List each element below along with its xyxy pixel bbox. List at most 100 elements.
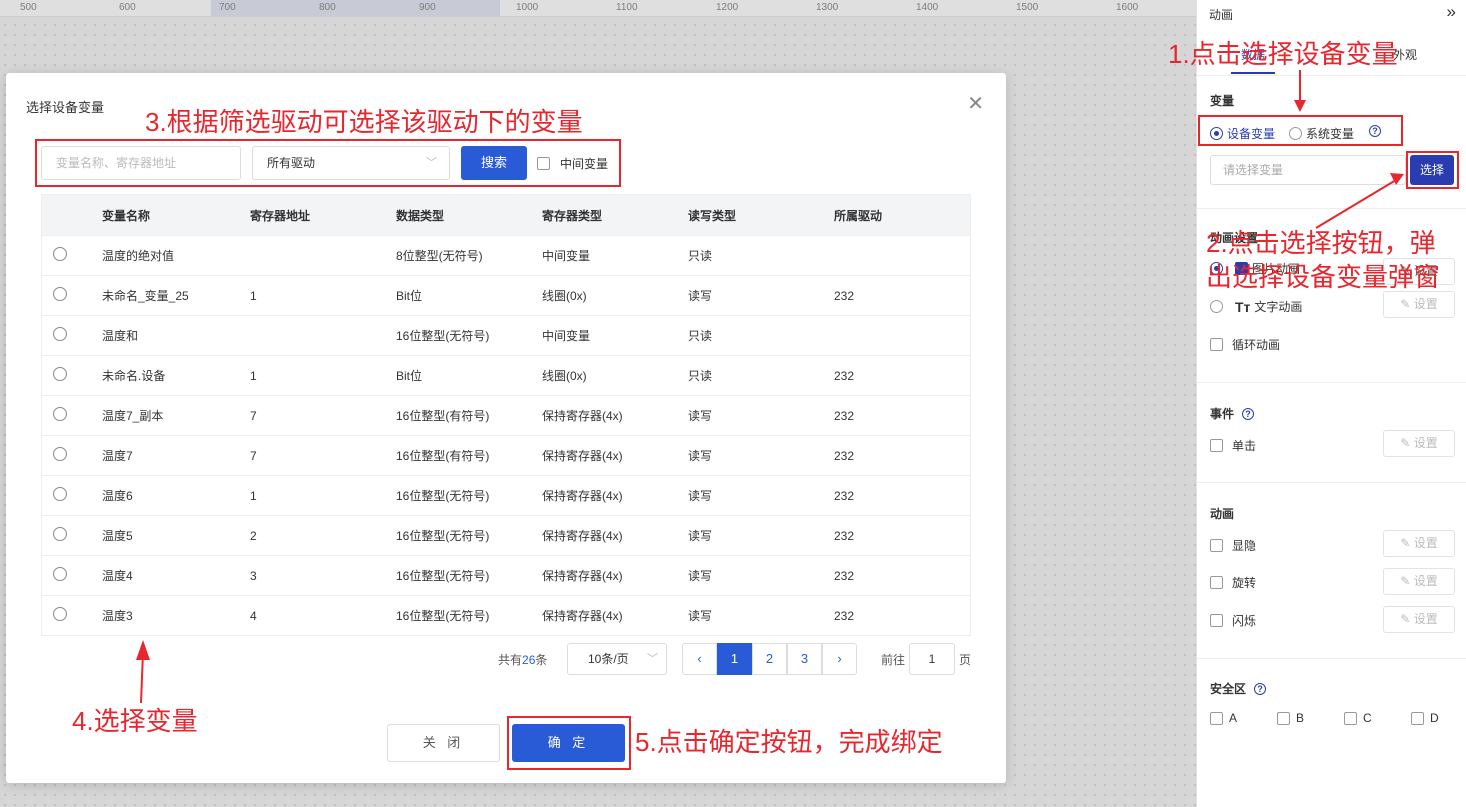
- checkbox-icon: [1210, 338, 1223, 351]
- row-select-cell: [42, 327, 102, 344]
- page-button-1[interactable]: 1: [717, 643, 752, 675]
- row-radio[interactable]: [53, 447, 67, 461]
- variable-section-title: 变量: [1210, 94, 1235, 108]
- goto-page-input[interactable]: 1: [909, 643, 955, 675]
- table-cell: 未命名_变量_25: [102, 289, 189, 303]
- goto-unit: 页: [959, 653, 972, 667]
- panel-title: 动画: [1209, 8, 1234, 22]
- annotation-box-select: [1406, 151, 1459, 189]
- table-cell: 只读: [688, 249, 713, 263]
- set-label: 设置: [1413, 297, 1438, 311]
- table-row[interactable]: 温度7_副本 7 16位整型(有符号) 保持寄存器(4x) 读写 232: [42, 395, 970, 435]
- table-row[interactable]: 温度5 2 16位整型(无符号) 保持寄存器(4x) 读写 232: [42, 515, 970, 555]
- row-radio[interactable]: [53, 527, 67, 541]
- visibility-set-button[interactable]: ✎ 设置: [1383, 530, 1455, 557]
- annotation-box-confirm: [507, 716, 631, 770]
- divider: [1197, 658, 1466, 659]
- click-event-checkbox[interactable]: 单击: [1210, 437, 1256, 454]
- table-cell: 保持寄存器(4x): [542, 449, 623, 463]
- header-cell: 寄存器类型: [542, 208, 603, 223]
- row-radio[interactable]: [53, 487, 67, 501]
- checkbox-label: A: [1229, 711, 1238, 725]
- variable-input[interactable]: 请选择变量: [1210, 155, 1406, 185]
- collapse-icon[interactable]: »: [1447, 2, 1456, 22]
- table-cell: 1: [250, 368, 257, 383]
- row-radio[interactable]: [53, 407, 67, 421]
- row-radio[interactable]: [53, 327, 67, 341]
- next-page-button[interactable]: ›: [822, 643, 857, 675]
- safe-zone-d[interactable]: D: [1411, 711, 1466, 725]
- table-cell: 232: [834, 488, 855, 503]
- header-cell: 寄存器地址: [250, 208, 311, 223]
- annotation-step1: 1.点击选择设备变量: [1168, 39, 1398, 69]
- annotation-step2-line1: 2.点击选择按钮，弹: [1206, 228, 1436, 258]
- table-cell: 未命名.设备: [102, 369, 166, 383]
- table-cell: 232: [834, 568, 855, 583]
- variable-table: 变量名称 寄存器地址 数据类型 寄存器类型 读写类型 所属驱动 温度的绝对值 8位…: [41, 194, 971, 636]
- safe-zone-a[interactable]: A: [1210, 711, 1277, 725]
- table-cell: 232: [834, 528, 855, 543]
- row-radio[interactable]: [53, 247, 67, 261]
- checkbox-icon: [1344, 711, 1357, 725]
- help-icon[interactable]: ?: [1242, 407, 1255, 420]
- table-cell: 4: [250, 608, 257, 623]
- radio-label: 文字动画: [1254, 300, 1303, 314]
- safe-zone-c[interactable]: C: [1344, 711, 1411, 725]
- set-label: 设置: [1413, 574, 1438, 588]
- checkbox-label: 循环动画: [1232, 338, 1281, 352]
- page-size-select[interactable]: 10条/页 ﹀: [567, 643, 667, 675]
- blink-checkbox[interactable]: 闪烁: [1210, 612, 1256, 629]
- table-row[interactable]: 温度3 4 16位整型(无符号) 保持寄存器(4x) 读写 232: [42, 595, 970, 635]
- table-cell: 温度5: [102, 529, 133, 543]
- table-cell: 3: [250, 568, 257, 583]
- table-cell: 温度7: [102, 449, 133, 463]
- checkbox-icon: [1210, 539, 1223, 552]
- visibility-checkbox[interactable]: 显隐: [1210, 537, 1256, 554]
- close-icon[interactable]: ✕: [967, 91, 984, 116]
- table-row[interactable]: 温度7 7 16位整型(有符号) 保持寄存器(4x) 读写 232: [42, 435, 970, 475]
- row-select-cell: [42, 247, 102, 264]
- rotate-set-button[interactable]: ✎ 设置: [1383, 568, 1455, 595]
- row-select-cell: [42, 607, 102, 624]
- checkbox-label: 闪烁: [1232, 614, 1257, 628]
- total-count: 共有26条: [498, 651, 547, 668]
- checkbox-icon: [1210, 711, 1223, 725]
- checkbox-label: 单击: [1232, 439, 1257, 453]
- loop-animation-checkbox[interactable]: 循环动画: [1210, 336, 1280, 353]
- page-button-3[interactable]: 3: [787, 643, 822, 675]
- checkbox-icon: [1210, 576, 1223, 589]
- help-icon[interactable]: ?: [1254, 682, 1267, 695]
- table-row[interactable]: 温度和 16位整型(无符号) 中间变量 只读: [42, 315, 970, 355]
- table-row[interactable]: 温度的绝对值 8位整型(无符号) 中间变量 只读: [42, 235, 970, 275]
- table-cell: 1: [250, 288, 257, 303]
- table-cell: 16位整型(无符号): [396, 609, 490, 623]
- rotate-checkbox[interactable]: 旋转: [1210, 574, 1256, 591]
- dialog-title: 选择设备变量: [26, 100, 105, 115]
- table-cell: 读写: [688, 289, 713, 303]
- table-cell: 8位整型(无符号): [396, 249, 483, 263]
- set-label: 设置: [1413, 436, 1438, 450]
- row-radio[interactable]: [53, 607, 67, 621]
- page-button-2[interactable]: 2: [752, 643, 787, 675]
- table-cell: 温度3: [102, 609, 133, 623]
- table-row[interactable]: 未命名_变量_25 1 Bit位 线圈(0x) 读写 232: [42, 275, 970, 315]
- table-row[interactable]: 温度6 1 16位整型(无符号) 保持寄存器(4x) 读写 232: [42, 475, 970, 515]
- prev-page-button[interactable]: ‹: [682, 643, 717, 675]
- click-set-button[interactable]: ✎ 设置: [1383, 430, 1455, 457]
- checkbox-label: 旋转: [1232, 576, 1257, 590]
- safe-zone-b[interactable]: B: [1277, 711, 1344, 725]
- row-radio[interactable]: [53, 287, 67, 301]
- table-row[interactable]: 未命名.设备 1 Bit位 线圈(0x) 只读 232: [42, 355, 970, 395]
- blink-set-button[interactable]: ✎ 设置: [1383, 606, 1455, 633]
- close-button[interactable]: 关 闭: [387, 724, 500, 762]
- checkbox-icon: [1411, 711, 1424, 725]
- annotation-step4: 4.选择变量: [72, 706, 198, 736]
- checkbox-label: D: [1430, 711, 1439, 725]
- table-cell: 读写: [688, 569, 713, 583]
- row-radio[interactable]: [53, 567, 67, 581]
- text-anim-set-button[interactable]: ✎ 设置: [1383, 291, 1455, 318]
- row-radio[interactable]: [53, 367, 67, 381]
- header-cell: 变量名称: [102, 208, 151, 223]
- table-row[interactable]: 温度4 3 16位整型(无符号) 保持寄存器(4x) 读写 232: [42, 555, 970, 595]
- radio-text-animation[interactable]: Tт 文字动画: [1210, 298, 1302, 315]
